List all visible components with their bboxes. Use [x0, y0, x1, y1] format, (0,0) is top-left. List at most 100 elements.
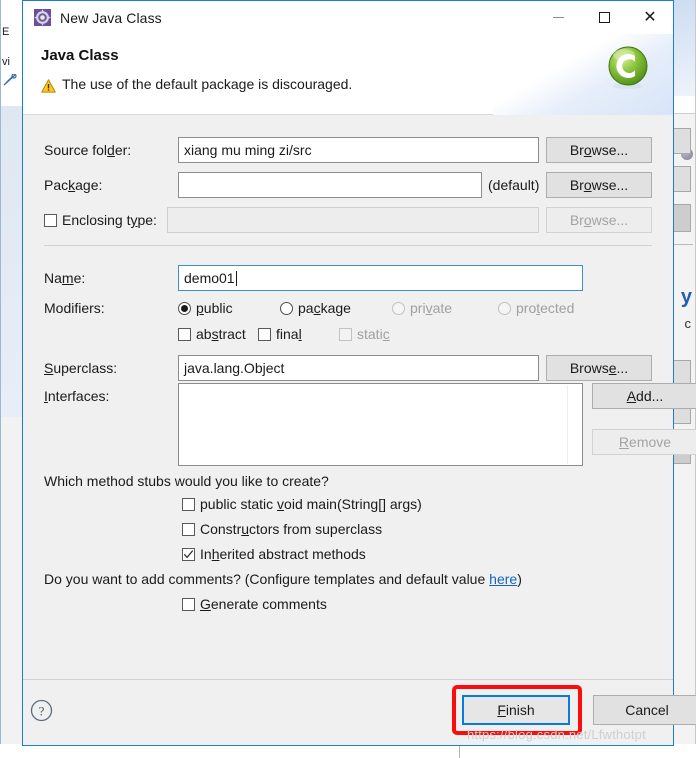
- cancel-button[interactable]: Cancel: [593, 695, 696, 725]
- modifiers-row: Modifiers: public package private protec…: [44, 295, 652, 321]
- checkbox-constructors-label: Constructors from superclass: [200, 521, 383, 537]
- stub-main-method[interactable]: public static void main(String[] args): [182, 496, 422, 512]
- source-folder-value: xiang mu ming zi/src: [184, 142, 312, 158]
- package-browse-button[interactable]: Br o wse...: [546, 172, 652, 198]
- method-stubs-question: Which method stubs would you like to cre…: [44, 473, 329, 489]
- interfaces-list[interactable]: [178, 383, 583, 466]
- modifiers-flags-row: abstract final static: [44, 321, 652, 347]
- close-icon[interactable]: ✕: [627, 1, 673, 34]
- new-java-class-dialog: New Java Class ✕ Java Class The use of t…: [22, 0, 696, 746]
- enclosing-type-row: Enclosing type: Br o wse...: [44, 207, 652, 233]
- modifier-radio-package[interactable]: package: [280, 300, 392, 316]
- radio-package-label: package: [298, 300, 351, 316]
- validation-message: The use of the default package is discou…: [62, 76, 353, 92]
- checkbox-static: [339, 327, 352, 341]
- name-input[interactable]: demo01: [178, 265, 583, 291]
- checkbox-inherited-methods[interactable]: [182, 547, 195, 561]
- maximize-icon[interactable]: [581, 1, 627, 34]
- green-c-logo: [608, 46, 648, 89]
- source-folder-label: Source folder:: [44, 142, 132, 158]
- enclosing-type-checkbox[interactable]: [44, 213, 57, 227]
- text-caret: [235, 270, 237, 286]
- superclass-row: Superclass: java.lang.Object Brows e...: [44, 355, 652, 381]
- background-bottom-strip: [0, 744, 696, 758]
- warning-icon: [41, 79, 56, 93]
- enclosing-type-input: [166, 207, 539, 233]
- checkbox-generate-comments-label: Generate comments: [200, 596, 327, 612]
- validation-message-row: The use of the default package is discou…: [41, 76, 352, 93]
- minimize-icon[interactable]: [535, 1, 581, 34]
- modifier-radio-protected: protected: [498, 300, 574, 316]
- watermark-text: https://blog.csdn.net/Lfwthotpt: [467, 727, 646, 742]
- background-fragment-vi: vi: [2, 56, 10, 68]
- source-folder-input[interactable]: xiang mu ming zi/src: [178, 137, 539, 163]
- name-row: Name: demo01: [44, 265, 652, 291]
- radio-protected-label: protected: [516, 300, 575, 316]
- radio-public[interactable]: [178, 301, 191, 315]
- help-icon[interactable]: ?: [30, 699, 53, 722]
- comments-question-prefix: Do you want to add comments? (Configure …: [44, 571, 490, 587]
- finish-button[interactable]: Finish: [462, 695, 570, 725]
- source-folder-browse-button[interactable]: Br o wse...: [546, 137, 652, 163]
- package-row: Package: (default) Br o wse...: [44, 172, 652, 198]
- package-label: Package:: [44, 177, 103, 193]
- dialog-header: Java Class The use of the default packag…: [23, 34, 673, 115]
- java-class-icon: [34, 9, 51, 26]
- background-divider: [672, 244, 693, 245]
- background-fragment-e: E: [2, 26, 10, 38]
- background-tick: [459, 746, 460, 758]
- generate-comments-option[interactable]: Generate comments: [182, 596, 327, 612]
- background-letter-y: y: [680, 286, 692, 308]
- interfaces-list-rail: [567, 385, 568, 464]
- background-chip: [672, 166, 691, 192]
- section-divider: [44, 245, 652, 246]
- page-title: Java Class: [41, 47, 119, 64]
- dialog-footer: ? Finish Cancel https://blog.csdn.net/Lf…: [23, 679, 696, 745]
- package-default-label: (default): [488, 177, 540, 193]
- window-controls: ✕: [535, 1, 673, 34]
- superclass-label: Superclass:: [44, 360, 118, 376]
- name-value: demo01: [184, 270, 235, 286]
- enclosing-type-browse-button: Br o wse...: [546, 207, 652, 233]
- superclass-value: java.lang.Object: [184, 360, 285, 376]
- svg-text:?: ?: [39, 703, 45, 718]
- superclass-input[interactable]: java.lang.Object: [178, 355, 539, 381]
- check-tick-icon: [183, 549, 194, 558]
- interfaces-label: Interfaces:: [44, 388, 110, 404]
- stub-constructors[interactable]: Constructors from superclass: [182, 521, 382, 537]
- modifier-checkbox-final[interactable]: final: [258, 326, 339, 342]
- enclosing-type-label: Enclosing type:: [62, 212, 157, 228]
- superclass-browse-button[interactable]: Brows e...: [546, 355, 652, 381]
- modifier-radio-public[interactable]: public: [178, 300, 280, 316]
- checkbox-main-method[interactable]: [182, 497, 195, 511]
- package-input[interactable]: [178, 172, 482, 198]
- checkbox-abstract[interactable]: [178, 327, 191, 341]
- comments-question-suffix: ): [517, 571, 522, 587]
- background-white-strip: [671, 96, 695, 114]
- modifier-checkbox-abstract[interactable]: abstract: [178, 326, 258, 342]
- background-letter-c: c: [684, 316, 692, 331]
- checkbox-constructors[interactable]: [182, 522, 195, 536]
- background-pin-icon: [3, 74, 17, 86]
- radio-protected: [498, 301, 511, 315]
- modifier-checkbox-static: static: [339, 326, 390, 342]
- checkbox-final[interactable]: [258, 327, 271, 341]
- background-chip: [672, 204, 691, 232]
- stub-inherited-methods[interactable]: Inherited abstract methods: [182, 546, 366, 562]
- radio-private: [392, 301, 405, 315]
- name-label: Name:: [44, 270, 86, 286]
- modifier-radio-private: private: [392, 300, 498, 316]
- checkbox-main-method-label: public static void main(String[] args): [200, 496, 422, 512]
- dialog-title: New Java Class: [60, 9, 162, 26]
- radio-private-label: private: [410, 300, 453, 316]
- comments-question: Do you want to add comments? (Configure …: [44, 571, 522, 587]
- background-left-sliver: E vi: [0, 0, 22, 758]
- enclosing-type-toggle[interactable]: Enclosing type:: [44, 212, 167, 228]
- checkbox-inherited-methods-label: Inherited abstract methods: [200, 546, 366, 562]
- configure-templates-link[interactable]: here: [489, 571, 517, 587]
- dialog-titlebar[interactable]: New Java Class ✕: [23, 1, 673, 34]
- interfaces-add-button[interactable]: Add...: [592, 383, 696, 409]
- background-sky-gradient: [671, 0, 695, 96]
- checkbox-generate-comments[interactable]: [182, 597, 195, 611]
- radio-package[interactable]: [280, 301, 293, 315]
